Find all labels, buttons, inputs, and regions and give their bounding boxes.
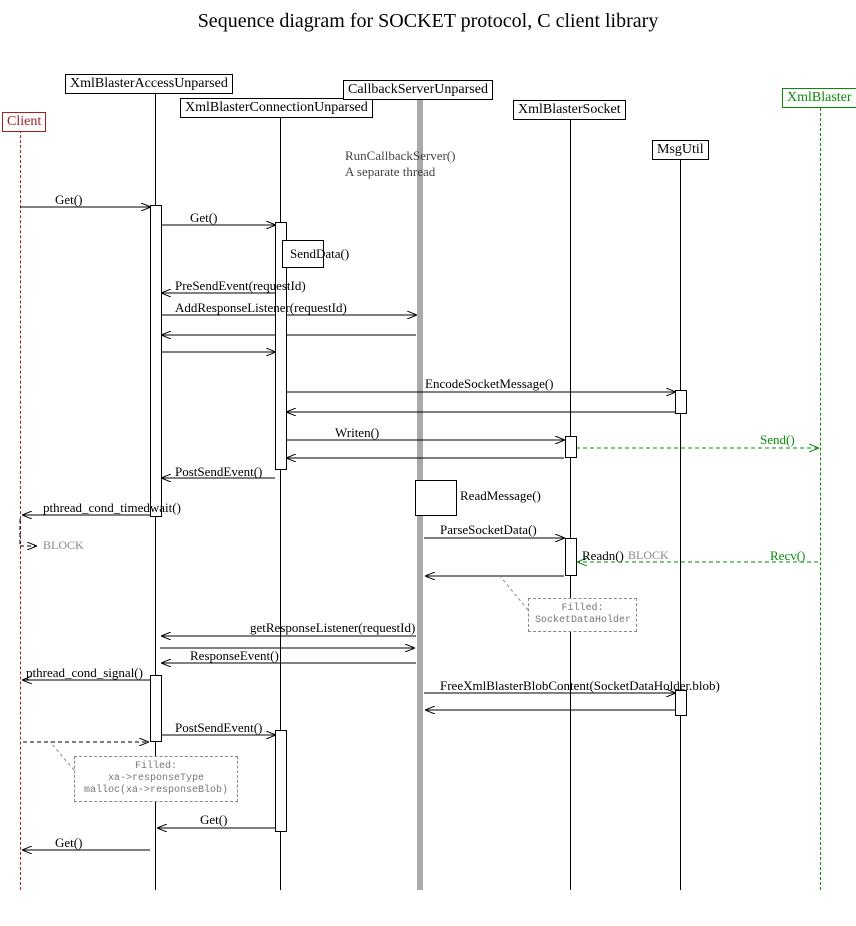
msg-readmsg: ReadMessage() (460, 488, 541, 504)
note-socketdataholder: Filled: SocketDataHolder (528, 598, 637, 632)
note-responseblob: Filled: xa->responseType malloc(xa->resp… (74, 756, 238, 802)
msg-parse: ParseSocketData() (440, 522, 537, 538)
msg-postsend2: PostSendEvent() (175, 720, 262, 736)
block1: BLOCK (43, 538, 84, 553)
msg-resp-event: ResponseEvent() (190, 648, 279, 664)
activation-readmessage (415, 480, 457, 516)
participant-server: XmlBlaster (782, 88, 856, 108)
msg-writen: Writen() (335, 425, 379, 441)
msg-get1: Get() (55, 192, 82, 208)
activation-xbs-writen (565, 436, 577, 458)
note-line: xa->responseType (81, 773, 231, 785)
activation-xbcu-3 (275, 730, 287, 832)
msg-send: Send() (760, 432, 795, 448)
participant-csu: CallbackServerUnparsed (343, 80, 493, 100)
sequence-diagram: Sequence diagram for SOCKET protocol, C … (0, 0, 856, 926)
msg-presend: PreSendEvent(requestId) (175, 278, 306, 294)
msg-get2: Get() (190, 210, 217, 226)
msg-free: FreeXmlBlasterBlobContent(SocketDataHold… (440, 678, 720, 694)
participant-xbau: XmlBlasterAccessUnparsed (65, 74, 233, 94)
comment-runcb2: A separate thread (345, 164, 435, 180)
msg-getresp: getResponseListener(requestId) (250, 620, 415, 636)
msg-senddata: SendData() (290, 246, 349, 262)
msg-get3: Get() (200, 812, 227, 828)
diagram-title: Sequence diagram for SOCKET protocol, C … (0, 10, 856, 33)
activation-msgutil-encode (675, 390, 687, 414)
msg-encode: EncodeSocketMessage() (425, 376, 554, 392)
note-line: Filled: (535, 603, 630, 615)
comment-runcb1: RunCallbackServer() (345, 148, 455, 164)
participant-xbcu: XmlBlasterConnectionUnparsed (180, 98, 373, 118)
msg-readn: Readn() (582, 548, 624, 564)
msg-pthread-signal: pthread_cond_signal() (26, 665, 143, 681)
note-line: malloc(xa->responseBlob) (81, 785, 231, 797)
participant-xbs: XmlBlasterSocket (513, 100, 626, 120)
note-line: Filled: (81, 761, 231, 773)
msg-get4: Get() (55, 835, 82, 851)
msg-pthread-wait: pthread_cond_timedwait() (43, 500, 181, 516)
participant-client: Client (2, 112, 46, 132)
note-line: SocketDataHolder (535, 615, 630, 627)
block2: BLOCK (628, 548, 669, 563)
msg-postsend1: PostSendEvent() (175, 464, 262, 480)
activation-xbau-3 (150, 675, 162, 742)
msg-recv: Recv() (770, 548, 805, 564)
activation-xbs-readn (565, 538, 577, 576)
participant-msgutil: MsgUtil (652, 140, 709, 160)
activation-xbau-1 (150, 205, 162, 517)
msg-addresp: AddResponseListener(requestId) (175, 300, 347, 316)
